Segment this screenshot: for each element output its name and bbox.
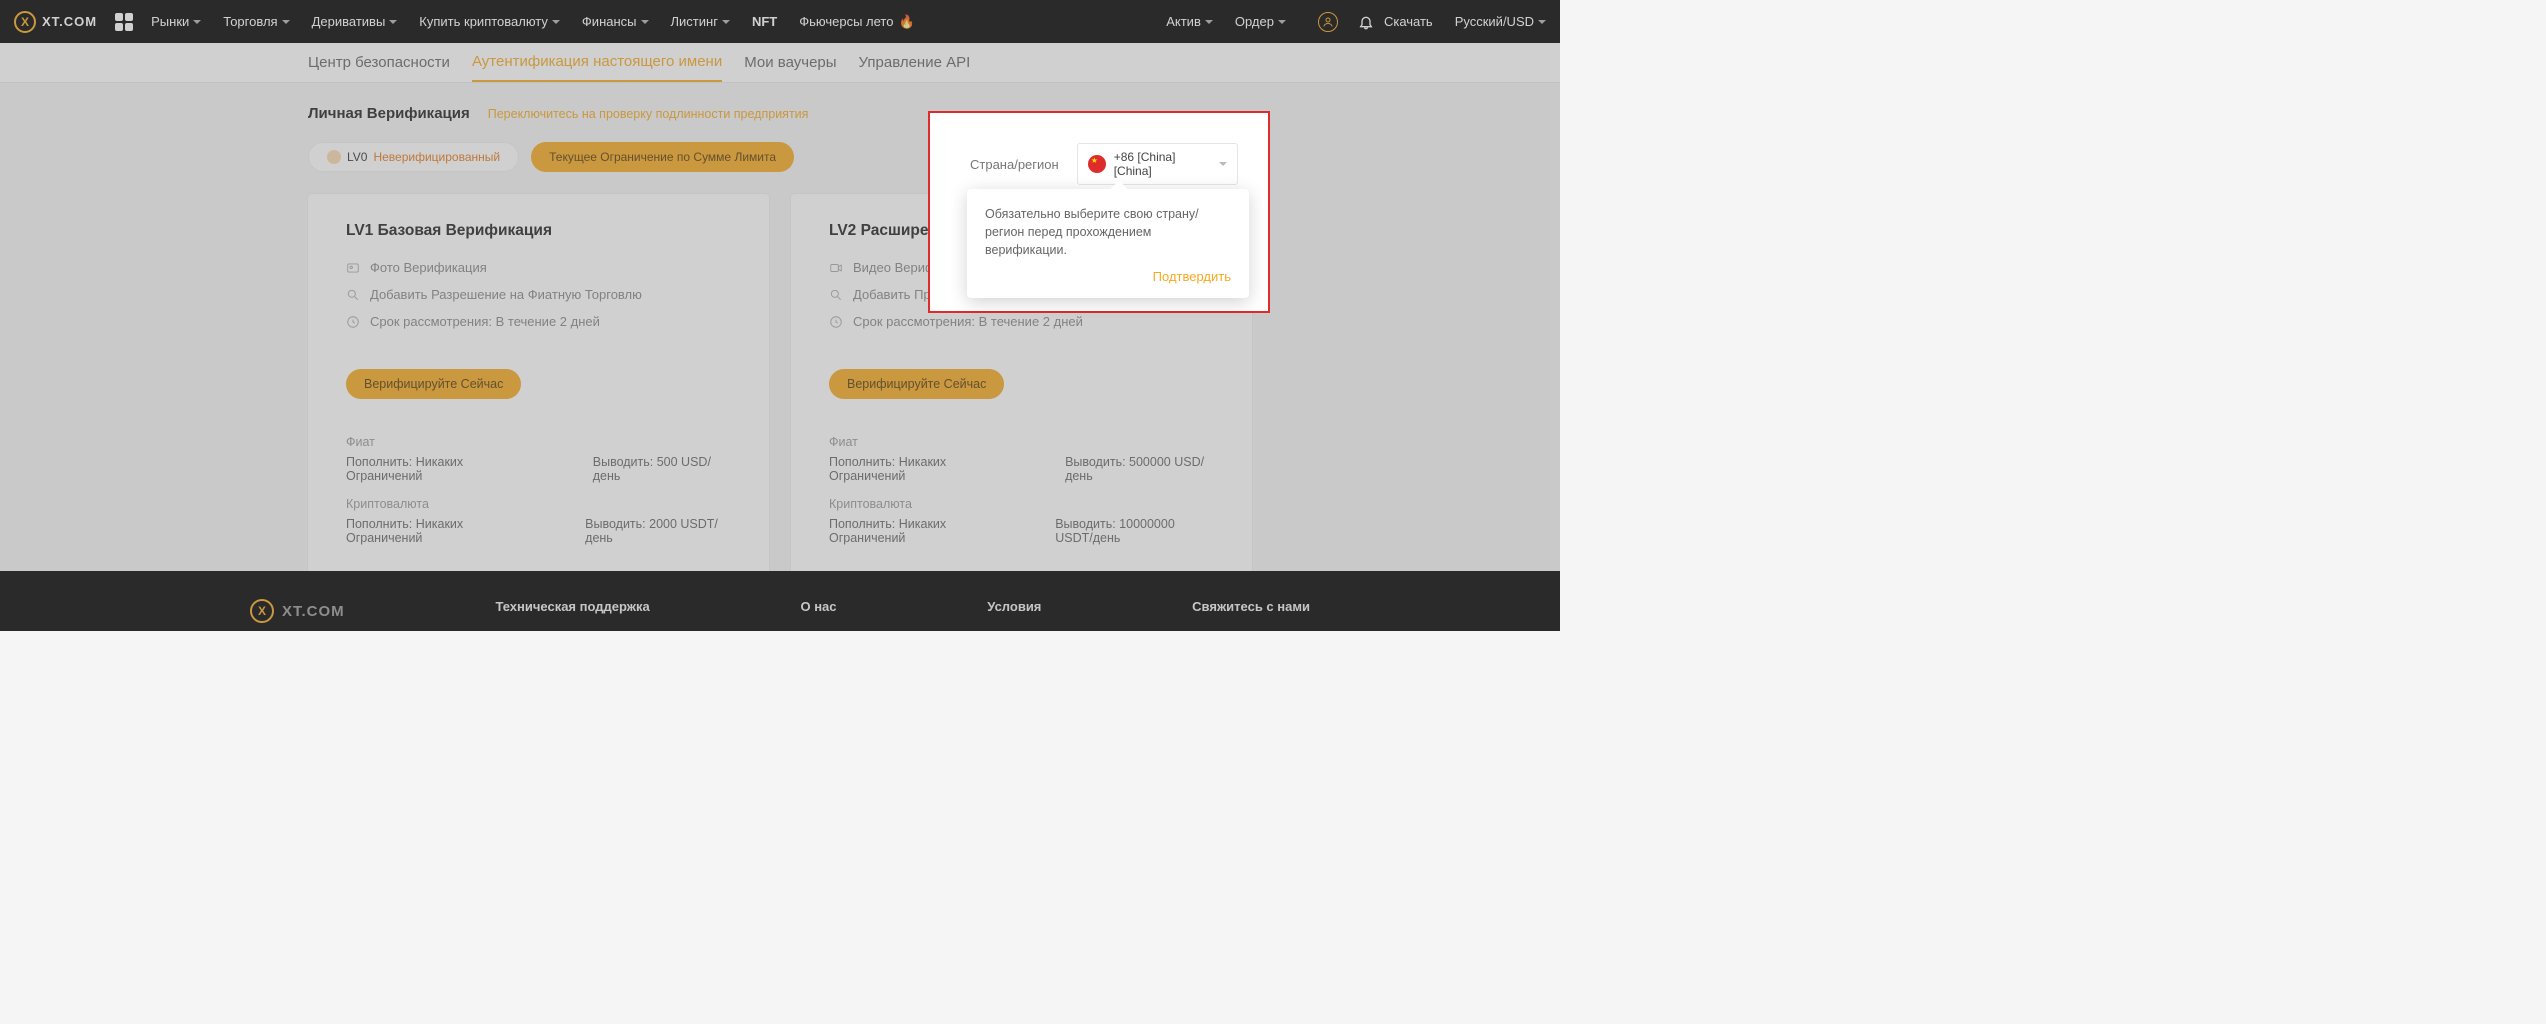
modal-overlay[interactable]: [0, 0, 1560, 631]
confirm-button[interactable]: Подтвердить: [985, 269, 1231, 284]
region-label: Страна/регион: [970, 157, 1059, 172]
region-value: +86 [China] [China]: [1114, 150, 1211, 178]
region-selector[interactable]: +86 [China] [China]: [1077, 143, 1238, 185]
china-flag-icon: [1088, 155, 1106, 173]
popover-message: Обязательно выберите свою страну/регион …: [985, 205, 1231, 259]
chevron-down-icon: [1219, 162, 1227, 166]
region-confirm-popover: Обязательно выберите свою страну/регион …: [967, 189, 1249, 298]
